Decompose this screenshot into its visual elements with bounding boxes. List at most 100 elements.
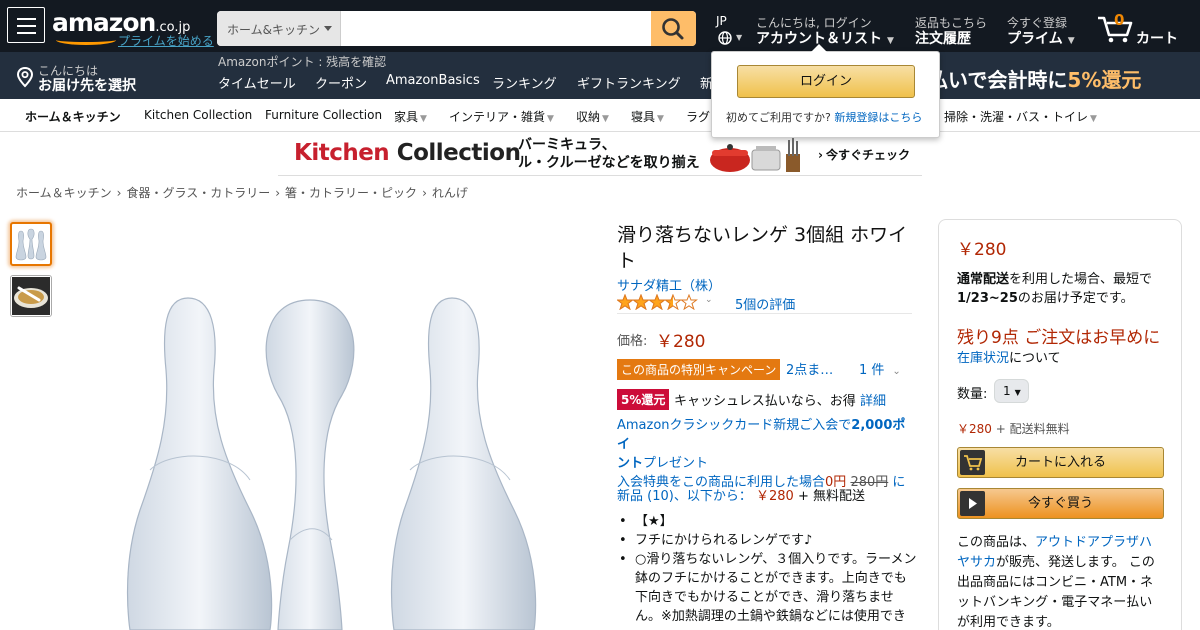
sub-link-ranking[interactable]: ランキング (492, 73, 557, 92)
star-icon (616, 293, 634, 311)
banner-copy: バーミキュラ、 ル・クルーゼなどを取り揃え (518, 137, 700, 171)
breadcrumb-item[interactable]: 食器・グラス・カトラリー (126, 186, 270, 200)
cat-interior[interactable]: インテリア・雑貨 ▼ (449, 108, 554, 125)
new-offers-row: 新品 (10)、以下から： ￥280 + 無料配送 (617, 489, 865, 504)
cat-kitchen-collection[interactable]: Kitchen Collection (144, 108, 252, 122)
thumbnail-1[interactable] (10, 222, 52, 266)
cashback-detail-link[interactable]: 詳細 (860, 390, 886, 409)
stock-status-link[interactable]: 在庫状況 (957, 351, 1009, 366)
chevron-down-icon (324, 26, 332, 31)
chevron-down-icon[interactable]: ⌄ (705, 295, 713, 305)
prime-start-link[interactable]: プライムを始める (118, 32, 214, 49)
classic-card-offer[interactable]: Amazonクラシックカード新規ご入会で2,000ポイ ントプレゼント 入会特典… (617, 416, 917, 492)
add-to-cart-button[interactable]: カートに入れる (957, 447, 1164, 478)
star-icon (632, 293, 650, 311)
new-customer-row: 初めてご利用ですか? 新規登録はこちら (726, 111, 923, 124)
cashback-text: キャッシュレス払いなら、お得 (674, 394, 856, 409)
buy-box: ￥280 通常配送を利用した場合、最短で 1/23~25のお届け予定です。 残り9… (938, 219, 1182, 630)
language-label: JP (716, 14, 727, 28)
star-icon (664, 293, 682, 311)
lang-chevron-icon: ▼ (736, 33, 743, 42)
chevron-down-icon: ▼ (602, 114, 609, 124)
cat-storage[interactable]: 収納 ▼ (576, 108, 609, 125)
seller-info: この商品は、アウトドアプラザハ ヤサカが販売、発送します。 この 出品商品にはコ… (957, 535, 1155, 630)
globe-icon[interactable] (717, 30, 733, 46)
star-rating-icons (616, 293, 698, 311)
sub-link-gift-ranking[interactable]: ギフトランキング (577, 73, 681, 92)
sub-link-coupon[interactable]: クーポン (315, 73, 367, 92)
hamburger-menu-icon[interactable] (7, 7, 45, 43)
sub-link-amazonbasics[interactable]: AmazonBasics (386, 73, 480, 88)
signin-flyout: ログイン 初めてご利用ですか? 新規登録はこちら (711, 44, 940, 138)
search-bar: ホーム&キッチン (217, 11, 696, 46)
price-label: 価格: (617, 334, 648, 349)
cat-cleaning[interactable]: 掃除・洗濯・バス・トイレ ▼ (944, 108, 1097, 125)
chevron-down-icon: ▼ (420, 114, 427, 124)
shipping-row: ￥280 + 配送料無料 (957, 422, 1070, 436)
breadcrumb-item[interactable]: れんげ (432, 186, 468, 200)
ramen-thumbnail-image (12, 277, 50, 315)
chevron-down-icon: ▼ (1067, 36, 1075, 46)
search-input[interactable] (342, 11, 651, 46)
cat-furniture[interactable]: 家具 ▼ (394, 108, 427, 125)
amazon-smile-icon (56, 35, 116, 45)
kitchen-collection-banner[interactable]: Kitchen Collection バーミキュラ、 ル・クルーゼなどを取り揃え … (278, 134, 922, 176)
main-product-image (126, 297, 537, 630)
thumbnail-2[interactable] (10, 275, 52, 317)
stock-status-row: 在庫状況について (957, 351, 1061, 366)
new-offers-link[interactable]: 新品 (10)、以下から： (617, 489, 752, 504)
breadcrumb-item[interactable]: ホーム＆キッチン (16, 186, 112, 200)
seller-link[interactable]: アウトドアプラザハ (1035, 535, 1152, 550)
login-button[interactable]: ログイン (737, 65, 915, 98)
search-category-select[interactable]: ホーム&キッチン (217, 11, 341, 46)
campaign-count-link[interactable]: 1 件 ⌄ (859, 359, 901, 378)
breadcrumb-item[interactable]: 箸・カトラリー・ピック (285, 186, 417, 200)
cashback-badge: 5%還元 (617, 389, 670, 410)
cat-home-kitchen[interactable]: ホーム＆キッチン (25, 108, 121, 125)
feature-bullet: ○滑り落ちないレンゲ、３個入りです。ラーメン鉢のフチにかけることができます。上向… (617, 550, 917, 626)
prime-link[interactable]: プライム ▼ (1007, 28, 1075, 48)
cat-furniture-collection[interactable]: Furniture Collection (265, 108, 382, 122)
chevron-down-icon: ▼ (657, 114, 664, 124)
register-link[interactable]: 新規登録はこちら (834, 111, 922, 124)
divider (617, 313, 912, 314)
orders-link[interactable]: 注文履歴 (915, 28, 971, 48)
chevron-down-icon: ▼ (547, 114, 554, 124)
sub-link-timesale[interactable]: タイムセール (218, 73, 296, 92)
campaign-detail-link[interactable]: 2点ま… (786, 359, 833, 378)
star-icon (648, 293, 666, 311)
delivery-estimate: 通常配送を利用した場合、最短で 1/23~25のお届け予定です。 (957, 272, 1153, 306)
rating-stars[interactable] (616, 293, 701, 311)
chevron-down-icon: ▼ (887, 36, 894, 46)
cart-label[interactable]: カート (1136, 28, 1178, 48)
play-icon (960, 491, 985, 516)
stock-warning: 残り9点 ご注文はお早めに (957, 328, 1161, 348)
seller-link[interactable]: ヤサカ (957, 555, 996, 570)
banner-cta-link[interactable]: › 今すぐチェック (818, 146, 910, 163)
chevron-down-icon: ▼ (1090, 114, 1097, 124)
reviews-link[interactable]: 5個の評価 (735, 294, 795, 313)
cookware-image (710, 138, 800, 172)
product-price: ￥280 (656, 332, 706, 352)
breadcrumb: ホーム＆キッチン › 食器・グラス・カトラリー › 箸・カトラリー・ピック › れんげ (16, 186, 468, 200)
search-button[interactable] (651, 11, 696, 46)
promo-banner[interactable]: 払いで会計時に5%還元 (928, 64, 1141, 93)
cat-bedding[interactable]: 寝具 ▼ (631, 108, 664, 125)
buybox-price: ￥280 (957, 240, 1007, 260)
quantity-select[interactable]: 1 ▼ (994, 379, 1029, 403)
chevron-down-icon: ▼ (1014, 388, 1021, 397)
feature-bullets: 【★】 フチにかけられるレンゲです♪ ○滑り落ちないレンゲ、３個入りです。ラーメ… (617, 512, 917, 626)
brand-link[interactable]: サナダ精工（株） (617, 275, 721, 294)
search-icon (662, 18, 684, 40)
location-pin-icon (16, 66, 34, 88)
deliver-address-link[interactable]: お届け先を選択 (38, 75, 136, 95)
campaign-badge: この商品の特別キャンペーン (617, 359, 781, 380)
nav-top-bar: amazon.co.jp プライムを始める ホーム&キッチン JP ▼ こんにち… (0, 0, 1200, 52)
chevron-down-icon: ⌄ (892, 366, 901, 377)
spoon-thumbnail-image (15, 228, 47, 261)
buy-now-button[interactable]: 今すぐ買う (957, 488, 1164, 519)
feature-bullet: 【★】 (617, 512, 917, 531)
cat-rug[interactable]: ラグ (686, 108, 710, 125)
star-icon (680, 293, 698, 311)
points-balance-link[interactable]: Amazonポイント : 残高を確認 (218, 53, 386, 70)
